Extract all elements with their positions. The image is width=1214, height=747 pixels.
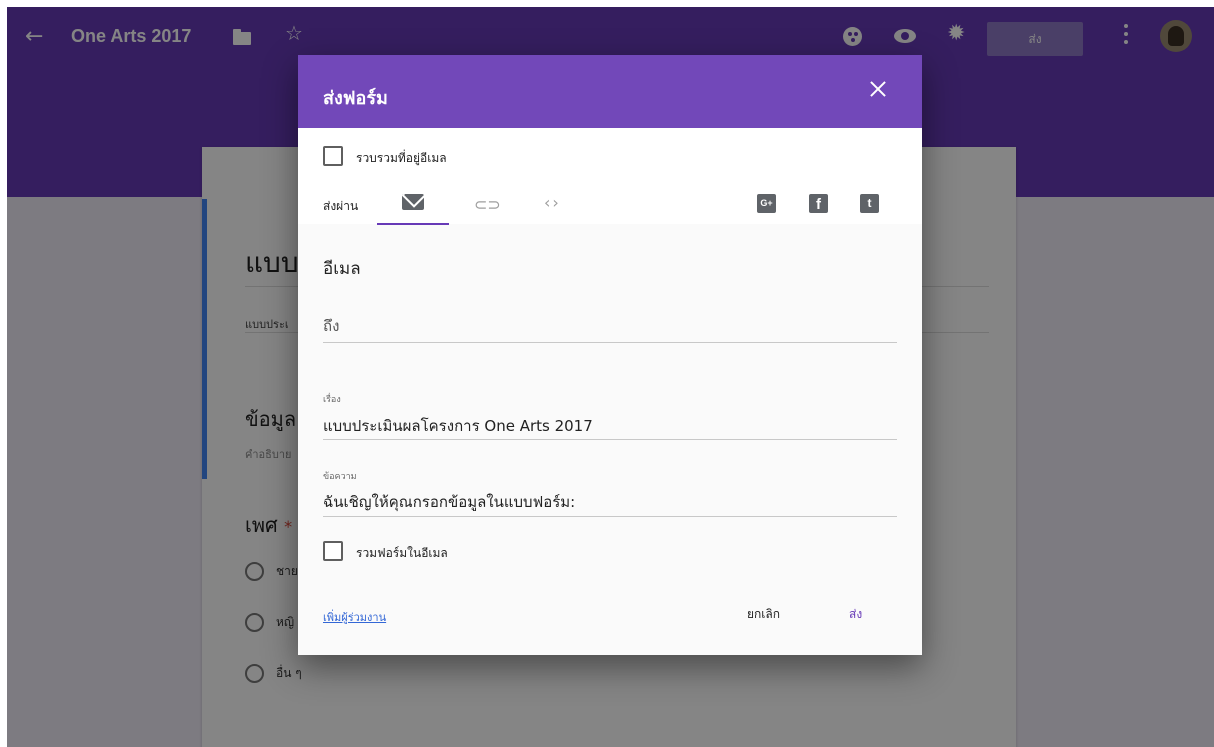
link-icon: ⊂⊃ <box>474 195 501 214</box>
message-label: ข้อความ <box>323 472 357 482</box>
tab-embed[interactable]: ‹› <box>528 183 584 225</box>
to-field[interactable] <box>323 311 897 341</box>
subject-field-underline <box>323 439 897 440</box>
collect-emails-checkbox[interactable] <box>323 146 343 166</box>
email-section-title: อีเมล <box>323 259 361 279</box>
message-field-underline <box>323 516 897 517</box>
collect-emails-label: รวบรวมที่อยู่อีเมล <box>356 151 447 165</box>
tab-link[interactable]: ⊂⊃ <box>458 183 514 225</box>
include-form-checkbox[interactable] <box>323 541 343 561</box>
tab-email[interactable] <box>377 183 449 225</box>
add-collaborators-link[interactable]: เพิ่มผู้ร่วมงาน <box>323 608 386 626</box>
send-via-label: ส่งผ่าน <box>323 199 359 213</box>
send-button[interactable]: ส่ง <box>849 605 862 624</box>
subject-label: เรื่อง <box>323 395 341 405</box>
cancel-button[interactable]: ยกเลิก <box>747 605 780 624</box>
dialog-header: ส่งฟอร์ม <box>298 55 922 128</box>
twitter-icon[interactable]: t <box>860 194 879 213</box>
include-form-label: รวมฟอร์มในอีเมล <box>356 546 448 560</box>
dialog-title: ส่งฟอร์ม <box>323 88 388 109</box>
subject-field[interactable] <box>323 414 897 438</box>
to-field-underline <box>323 342 897 343</box>
embed-code-icon: ‹› <box>544 193 561 212</box>
send-form-dialog: ส่งฟอร์ม รวบรวมที่อยู่อีเมล ส่งผ่าน ⊂⊃ ‹… <box>298 55 922 655</box>
google-plus-icon[interactable]: G+ <box>757 194 776 213</box>
mail-icon <box>402 194 424 210</box>
message-field[interactable] <box>323 490 897 514</box>
close-icon[interactable] <box>866 77 890 101</box>
facebook-icon[interactable]: f <box>809 194 828 213</box>
